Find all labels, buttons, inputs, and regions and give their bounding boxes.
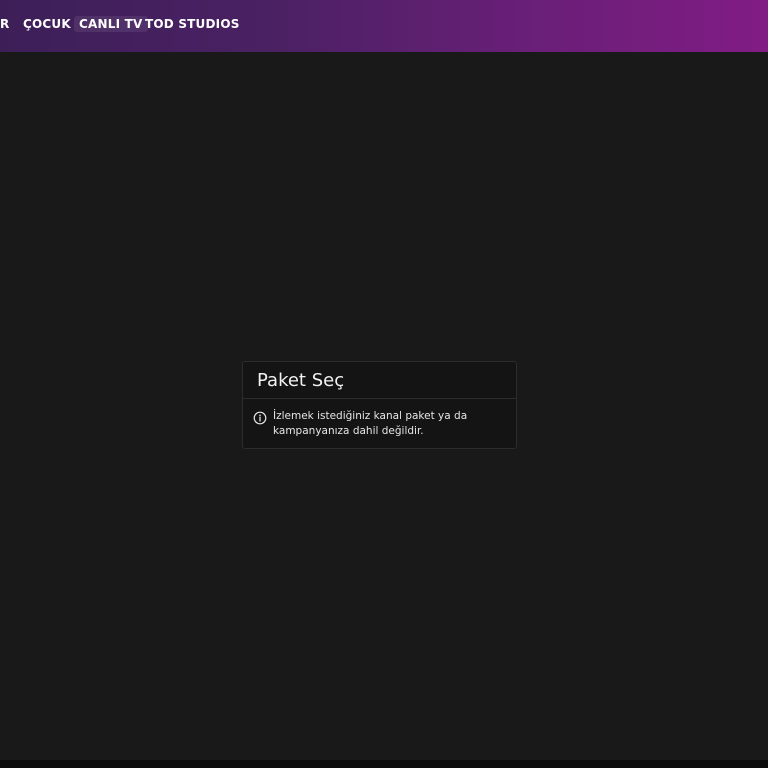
nav-item-cocuk[interactable]: ÇOCUK — [23, 17, 71, 31]
dialog-message: İzlemek istediğiniz kanal paket ya da ka… — [273, 410, 468, 437]
package-select-dialog: Paket Seç İzlemek istediğiniz kanal pake… — [242, 361, 517, 449]
dialog-header: Paket Seç — [243, 362, 516, 399]
bottom-bar — [0, 760, 768, 768]
nav-item-tod-studios[interactable]: TOD STUDIOS — [145, 17, 240, 31]
nav-item-partial[interactable]: R — [0, 17, 9, 31]
dialog-title: Paket Seç — [257, 369, 345, 391]
top-navigation-bar: R ÇOCUK CANLI TV TOD STUDIOS — [0, 0, 768, 52]
info-icon — [253, 410, 267, 425]
dialog-body: İzlemek istediğiniz kanal paket ya da ka… — [243, 399, 516, 439]
nav-item-canli-tv[interactable]: CANLI TV — [74, 16, 148, 32]
